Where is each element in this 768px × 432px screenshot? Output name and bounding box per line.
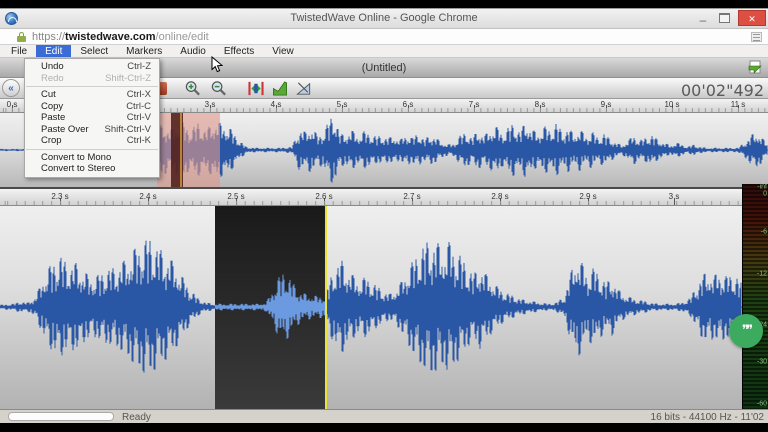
edit-menu-item-copy[interactable]: Copy Ctrl-C [25, 101, 159, 113]
menu-item-shortcut: Ctrl-K [126, 135, 151, 146]
url-text[interactable]: https://twistedwave.com/online/edit [32, 31, 209, 43]
edit-menu-dropdown: Undo Ctrl-Z Redo Shift-Ctrl-Z Cut Ctrl-X Copy C… [24, 58, 160, 178]
ruler-label: 7 s [468, 100, 480, 109]
browser-titlebar: TwistedWave Online - Google Chrome – ✕ [0, 9, 768, 29]
ruler-label: 2.8 s [491, 192, 509, 201]
meter-label: -6 [760, 228, 767, 236]
menu-item-label: Convert to Stereo [41, 163, 116, 174]
audio-format-info: 16 bits - 44100 Hz - 11'02 [650, 412, 764, 423]
ruler-label: 4 s [270, 100, 282, 109]
menu-item-view[interactable]: View [263, 45, 303, 57]
browser-menu-icon[interactable] [751, 32, 762, 42]
menu-item-shortcut: Ctrl-C [126, 100, 151, 112]
ruler-label: 3 s [668, 192, 680, 201]
zoom-auto-icon[interactable] [295, 80, 313, 97]
time-display: 00'02"492 [680, 81, 764, 100]
menu-item-label: Paste Over [41, 123, 89, 135]
ruler-label: 6 s [402, 100, 414, 109]
ruler-label: 2.4 s [139, 192, 157, 201]
menu-item-edit[interactable]: Edit [36, 45, 72, 57]
address-bar[interactable]: https://twistedwave.com/online/edit [0, 29, 768, 45]
zoom-fit-icon[interactable] [271, 80, 289, 97]
https-lock-icon [17, 32, 26, 42]
edit-menu-item-undo[interactable]: Undo Ctrl-Z [25, 61, 159, 73]
menu-item-shortcut: Ctrl-V [126, 112, 151, 123]
edit-menu-item-cut[interactable]: Cut Ctrl-X [25, 89, 159, 101]
edit-menu-item-convert-to-mono[interactable]: Convert to Mono [25, 152, 159, 164]
screen: TwistedWave Online - Google Chrome – ✕ h… [0, 0, 768, 432]
menu-item-select[interactable]: Select [71, 45, 117, 57]
url-path: /online/edit [155, 31, 209, 43]
meter-label: -30 [756, 358, 767, 366]
menu-item-shortcut: Ctrl-X [126, 89, 151, 100]
maximize-button[interactable] [719, 13, 730, 23]
browser-window: TwistedWave Online - Google Chrome – ✕ h… [0, 8, 768, 423]
menu-item-label: Cut [41, 89, 56, 100]
menu-item-label: Undo [41, 61, 64, 72]
horizontal-scrollbar-thumb[interactable] [8, 412, 114, 421]
meter-label: -60 [756, 400, 767, 408]
edit-menu-item-paste-over[interactable]: Paste Over Shift-Ctrl-V [25, 124, 159, 136]
url-scheme: https:// [32, 31, 66, 43]
menu-item-label: Redo [41, 72, 64, 84]
meter-label: 0 [763, 190, 767, 198]
menu-bar: File Edit Select Markers Audio Effects View [0, 45, 768, 58]
ruler-label: 3 s [204, 100, 216, 109]
window-title: TwistedWave Online - Google Chrome [290, 12, 478, 24]
url-domain: twistedwave.com [65, 31, 156, 43]
ruler-label: 2.7 s [403, 192, 421, 201]
menu-item-file[interactable]: File [2, 45, 36, 57]
main-waveform[interactable] [0, 206, 768, 409]
meter-label: -inf [757, 183, 767, 191]
ruler-label: 10 s [664, 100, 680, 109]
menu-item-label: Copy [41, 100, 64, 112]
menu-item-shortcut: Shift-Ctrl-Z [105, 72, 151, 84]
zoom-out-icon[interactable] [210, 80, 228, 97]
edit-menu-item-redo: Redo Shift-Ctrl-Z [25, 73, 159, 85]
edit-menu-item-convert-to-stereo[interactable]: Convert to Stereo [25, 163, 159, 175]
menu-item-label: Paste [41, 112, 66, 123]
ruler-label: 5 s [336, 100, 348, 109]
menu-item-shortcut: Ctrl-Z [127, 61, 151, 72]
ruler-label: 0 s [6, 100, 18, 109]
menu-item-shortcut: Shift-Ctrl-V [104, 123, 151, 135]
ruler-label: 2.9 s [579, 192, 597, 201]
ruler-label: 2.3 s [51, 192, 69, 201]
main-time-ruler[interactable]: 2.3 s2.4 s2.5 s2.6 s2.7 s2.8 s2.9 s3 s3.… [0, 189, 768, 206]
menu-item-label: Convert to Mono [41, 151, 112, 163]
meter-label: -12 [756, 270, 767, 278]
mouse-cursor [211, 56, 223, 73]
edit-menu-item-crop[interactable]: Crop Ctrl-K [25, 135, 159, 147]
zoom-selection-icon[interactable] [247, 80, 265, 97]
menu-item-markers[interactable]: Markers [117, 45, 171, 57]
chat-button[interactable]: ❞❞ [729, 314, 763, 348]
ruler-label: 2.5 s [227, 192, 245, 201]
status-bar: Ready 16 bits - 44100 Hz - 11'02 [0, 409, 768, 423]
edit-menu-item-paste[interactable]: Paste Ctrl-V [25, 112, 159, 124]
minimize-button[interactable]: – [696, 10, 710, 27]
zoom-in-icon[interactable] [184, 80, 202, 97]
menu-separator [26, 148, 158, 150]
ruler-label: 11 s [730, 100, 746, 109]
export-icon[interactable] [747, 60, 763, 75]
menu-item-audio[interactable]: Audio [171, 45, 215, 57]
close-button[interactable]: ✕ [738, 10, 766, 26]
ruler-label: 9 s [600, 100, 612, 109]
ruler-label: 8 s [534, 100, 546, 109]
menu-item-label: Crop [41, 135, 62, 146]
ruler-label: 2.6 s [315, 192, 333, 201]
menu-separator [26, 86, 158, 87]
status-text: Ready [122, 412, 151, 423]
rewind-button[interactable]: « [2, 79, 20, 97]
level-meter: -inf0-6-12-24-30-60 [742, 184, 768, 409]
